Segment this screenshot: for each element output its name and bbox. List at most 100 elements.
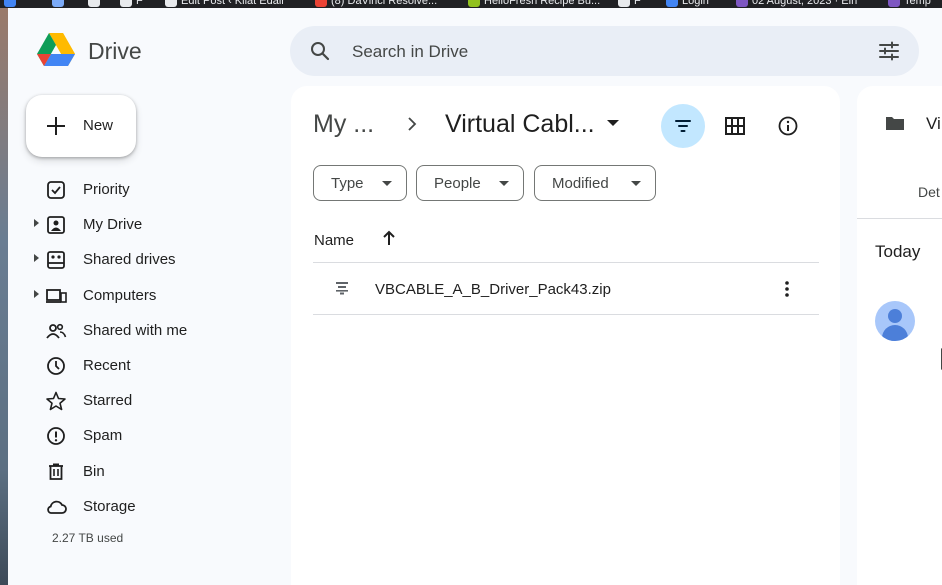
search-input[interactable] (352, 41, 832, 63)
expand-arrow-icon[interactable] (34, 289, 39, 298)
filter-toggle-button[interactable] (661, 104, 705, 148)
grid-view-icon (725, 117, 745, 135)
plus-icon (47, 117, 65, 135)
bookmark-favicon-icon (468, 0, 480, 7)
bookmark-label: Temp (904, 0, 931, 7)
more-actions-icon[interactable] (775, 277, 799, 301)
breadcrumb-root[interactable]: My ... (313, 110, 374, 139)
divider (857, 218, 942, 219)
filter-chip-label: Type (331, 174, 364, 192)
bookmark-favicon-icon (4, 0, 16, 7)
people-icon (46, 323, 67, 339)
sort-ascending-icon[interactable] (380, 229, 398, 247)
bookmark-label: 02 August, 2023 · Ein (752, 0, 858, 7)
view-details-button[interactable] (766, 104, 810, 148)
brand-title: Drive (88, 38, 142, 64)
sidebar-item-my-drive[interactable]: My Drive (8, 208, 278, 240)
sidebar-item-priority[interactable]: Priority (8, 173, 278, 205)
bookmark-favicon-icon (618, 0, 630, 7)
spam-icon (47, 427, 65, 446)
avatar (875, 301, 915, 341)
bookmark-item[interactable]: HelloFresh Recipe Bu... (468, 0, 600, 8)
search-icon[interactable] (308, 39, 332, 63)
bookmark-favicon-icon (666, 0, 678, 7)
bookmark-item[interactable] (88, 0, 104, 8)
bookmark-favicon-icon (120, 0, 132, 7)
sidebar-item-label: Starred (83, 392, 133, 410)
bookmark-item[interactable] (52, 0, 68, 8)
bin-icon (49, 463, 63, 480)
sidebar-item-shared-with-me[interactable]: Shared with me (8, 314, 278, 346)
sidebar-item-label: Spam (83, 427, 123, 445)
cloud-icon (47, 500, 67, 514)
bookmark-item[interactable]: Edit Post ‹ Kilat Edair (165, 0, 285, 8)
file-name[interactable]: VBCABLE_A_B_Driver_Pack43.zip (375, 281, 611, 298)
dropdown-arrow-icon (382, 181, 392, 186)
sidebar-item-storage[interactable]: Storage (8, 490, 278, 522)
sidebar-item-spam[interactable]: Spam (8, 419, 278, 451)
activity-section-heading: Today (875, 242, 921, 261)
sidebar-item-label: My Drive (83, 216, 143, 234)
search-bar[interactable] (290, 26, 919, 76)
avatar-head (888, 309, 902, 323)
bookmark-item[interactable]: (8) DaVinci Resolve... (315, 0, 437, 8)
filter-chip-modified[interactable]: Modified (534, 165, 656, 201)
sidebar-item-recent[interactable]: Recent (8, 349, 278, 381)
sidebar-item-label: Storage (83, 497, 136, 515)
new-button-label: New (83, 117, 114, 134)
bookmark-favicon-icon (52, 0, 64, 7)
tab-details[interactable]: Det (918, 184, 940, 200)
filter-icon (675, 120, 691, 132)
sidebar-item-label: Priority (83, 181, 130, 198)
sidebar-item-label: Shared drives (83, 251, 176, 269)
bookmark-favicon-icon (315, 0, 327, 7)
bookmark-label: F (136, 0, 143, 7)
details-panel: Vi Det Today (857, 86, 942, 585)
sidebar-item-label: Computers (83, 286, 157, 304)
sidebar-item-bin[interactable]: Bin (8, 455, 278, 487)
breadcrumb-current-folder[interactable]: Virtual Cabl... (445, 110, 595, 139)
expand-arrow-icon[interactable] (34, 254, 39, 263)
bookmark-favicon-icon (165, 0, 177, 7)
sidebar-item-label: Bin (83, 462, 105, 480)
dropdown-arrow-icon (499, 181, 509, 186)
sidebar-item-computers[interactable]: Computers (8, 279, 278, 311)
filter-chip-type[interactable]: Type (313, 165, 407, 201)
clock-icon (47, 357, 65, 375)
bookmark-item[interactable]: Login (666, 0, 709, 8)
folder-icon (886, 117, 904, 130)
star-icon (46, 391, 66, 411)
computers-icon (46, 288, 67, 303)
filter-chip-people[interactable]: People (416, 165, 524, 201)
bookmark-favicon-icon (888, 0, 900, 7)
bookmark-item[interactable]: 02 August, 2023 · Ein (736, 0, 857, 8)
grid-view-button[interactable] (713, 104, 757, 148)
search-options-icon[interactable] (877, 39, 901, 63)
priority-icon (47, 181, 65, 199)
bookmark-label: Login (682, 0, 709, 7)
bookmark-item[interactable] (4, 0, 20, 8)
bookmark-label: Edit Post ‹ Kilat Edair (181, 0, 285, 7)
bookmark-item[interactable]: F (618, 0, 641, 8)
dropdown-arrow-icon (631, 181, 641, 186)
desktop-wallpaper-strip (0, 8, 8, 585)
column-header-name[interactable]: Name (314, 232, 354, 249)
bookmark-item[interactable]: Temp (888, 0, 931, 8)
sidebar-item-starred[interactable]: Starred (8, 384, 278, 416)
folder-menu-dropdown-icon[interactable] (607, 120, 619, 126)
divider (313, 314, 819, 315)
storage-used-text: 2.27 TB used (52, 531, 124, 545)
sidebar-item-label: Shared with me (83, 321, 188, 339)
bookmark-label: F (634, 0, 641, 7)
zip-file-icon (336, 282, 348, 295)
bookmarks-bar: F Edit Post ‹ Kilat Edair (8) DaVinci Reso… (0, 0, 942, 8)
drive-logo-icon[interactable] (36, 32, 76, 68)
new-button[interactable]: New (26, 95, 136, 157)
shared-drives-icon (47, 251, 65, 270)
table-row[interactable]: VBCABLE_A_B_Driver_Pack43.zip (313, 263, 819, 315)
bookmark-label: HelloFresh Recipe Bu... (484, 0, 601, 7)
expand-arrow-icon[interactable] (34, 219, 39, 228)
sidebar-item-shared-drives[interactable]: Shared drives (8, 243, 278, 275)
chevron-right-icon (408, 117, 417, 131)
bookmark-item[interactable]: F (120, 0, 143, 8)
